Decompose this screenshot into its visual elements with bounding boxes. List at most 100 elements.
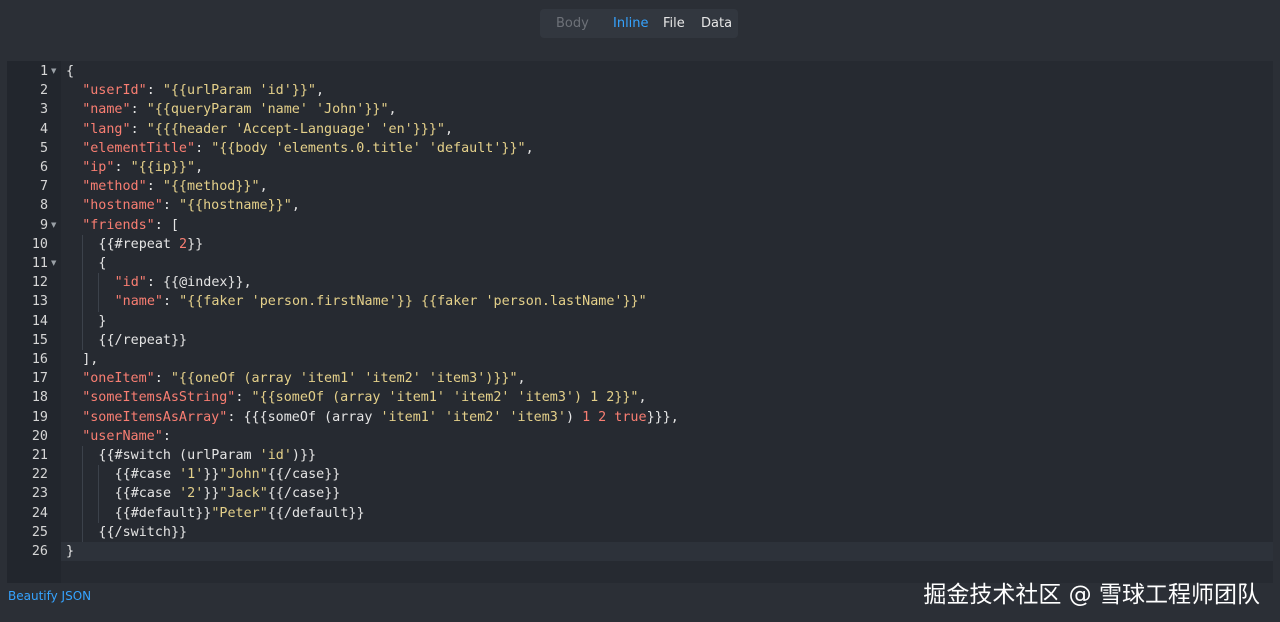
line-number: 6 xyxy=(39,160,48,175)
code-token: 'id' xyxy=(259,448,292,463)
editor-line[interactable]: 11 ▼ { xyxy=(7,254,1273,274)
code-token: : xyxy=(146,83,163,99)
code-text: "friends": [ xyxy=(82,216,179,235)
fold-arrow-icon[interactable]: ▼ xyxy=(51,62,56,81)
editor-line[interactable]: 22 {{#case '1'}}"John"{{/case}} xyxy=(7,465,1273,485)
line-number: 24 xyxy=(31,505,48,521)
code-text: "userName": xyxy=(82,427,171,446)
code-token: : xyxy=(146,275,163,291)
indent-guide xyxy=(82,330,84,350)
editor-line[interactable]: 1 ▼ { xyxy=(7,62,1273,81)
editor-line[interactable]: 17 "oneItem": "{{oneOf (array 'item1' 'it… xyxy=(7,369,1273,388)
editor-line[interactable]: 3 "name": "{{queryParam 'name' 'John'}}", xyxy=(7,100,1273,119)
editor-line[interactable]: 7 "method": "{{method}}", xyxy=(7,177,1273,196)
editor-line[interactable]: 9 ▼ "friends": [ xyxy=(7,216,1273,235)
code-text: "userId": "{{urlParam 'id'}}", xyxy=(82,81,324,100)
code-token: : xyxy=(130,102,147,118)
code-token: {{#default}} xyxy=(114,505,212,521)
code-text: "elementTitle": "{{body 'elements.0.titl… xyxy=(82,139,533,158)
editor-line[interactable]: 8 "hostname": "{{hostname}}", xyxy=(7,196,1273,215)
line-number: 20 xyxy=(31,428,48,444)
code-text: "id": {{@index}}, xyxy=(115,273,252,292)
editor-line[interactable]: 14} xyxy=(7,311,1273,331)
code-editor[interactable]: 1 ▼{2 "userId": "{{urlParam 'id'}}", 3 "name… xyxy=(7,61,1273,583)
tab-inline[interactable]: Inline xyxy=(613,9,649,38)
editor-line[interactable]: 6 "ip": "{{ip}}", xyxy=(7,158,1273,177)
code-token: , xyxy=(517,371,526,387)
app-window: Body Inline File Data 1 ▼{2 "userId": "{{u… xyxy=(0,0,1280,622)
editor-line[interactable]: 26} xyxy=(7,542,1273,562)
code-token: "{{method}}" xyxy=(162,179,260,195)
indent-guide xyxy=(82,311,84,331)
editor-line[interactable]: 21 {{#switch (urlParam 'id')}} xyxy=(7,446,1273,466)
editor-line[interactable]: 23 {{#case '2'}}"Jack"{{/case}} xyxy=(7,484,1273,504)
code-token: ) xyxy=(565,409,583,425)
line-number: 7 xyxy=(39,179,48,195)
editor-line[interactable]: 12 "id": {{@index}}, xyxy=(7,273,1273,293)
line-number: 13 xyxy=(31,294,48,310)
code-text: "method": "{{method}}", xyxy=(82,177,267,196)
line-number: 22 xyxy=(31,467,48,483)
line-number: 5 xyxy=(39,140,48,156)
code-token: { xyxy=(66,64,75,79)
editor-line[interactable]: 10 {{#repeat 2}} xyxy=(7,234,1273,254)
code-token: )}} xyxy=(291,448,317,463)
tab-data[interactable]: Data xyxy=(701,9,732,38)
code-token: "userId" xyxy=(82,83,147,99)
code-token: }}}, xyxy=(646,409,679,425)
code-token: } xyxy=(66,544,75,559)
code-token: "lang" xyxy=(82,121,131,137)
editor-line[interactable]: 20 "userName": xyxy=(7,427,1273,446)
code-text: "name": "{{queryParam 'name' 'John'}}", xyxy=(82,100,396,119)
editor-line[interactable]: 13 "name": "{{faker 'person.firstName'}} … xyxy=(7,292,1273,312)
code-token: {{#case xyxy=(114,467,180,483)
code-text: "someItemsAsArray": {{{someOf (array 'it… xyxy=(82,408,679,427)
editor-line[interactable]: 25 {{/switch}} xyxy=(7,522,1273,542)
editor-line[interactable]: 18 "someItemsAsString": "{{someOf (array … xyxy=(7,388,1273,407)
code-token: {{#case xyxy=(114,486,180,502)
code-token: , xyxy=(291,198,300,214)
editor-line[interactable]: 16], xyxy=(7,350,1273,369)
code-token: }} xyxy=(203,467,220,483)
editor-line[interactable]: 24 {{#default}}"Peter"{{/default}} xyxy=(7,503,1273,523)
indent-guide xyxy=(98,484,100,504)
body-type-tabs: Body Inline File Data xyxy=(540,9,738,38)
code-token: , xyxy=(525,140,534,156)
code-text: { xyxy=(66,62,74,81)
tab-file[interactable]: File xyxy=(663,9,685,38)
editor-line[interactable]: 19 "someItemsAsArray": {{{someOf (array '… xyxy=(7,408,1273,427)
code-text: "oneItem": "{{oneOf (array 'item1' 'item… xyxy=(82,369,525,388)
line-number: 1 xyxy=(39,64,48,79)
code-text: { xyxy=(98,254,106,273)
editor-line[interactable]: 15 {{/repeat}} xyxy=(7,330,1273,350)
code-token: {{/case}} xyxy=(267,467,341,483)
beautify-json-button[interactable]: Beautify JSON xyxy=(8,589,91,603)
line-number: 26 xyxy=(31,544,48,559)
code-text: "ip": "{{ip}}", xyxy=(82,158,203,177)
code-text: } xyxy=(98,312,106,331)
code-token: "{{urlParam 'id'}}" xyxy=(162,83,316,99)
code-token: "Jack" xyxy=(219,486,268,502)
code-text: {{#case '2'}}"Jack"{{/case}} xyxy=(115,484,341,503)
line-number: 3 xyxy=(39,102,48,118)
editor-line[interactable]: 2 "userId": "{{urlParam 'id'}}", xyxy=(7,81,1273,100)
code-token: "oneItem" xyxy=(82,371,155,387)
code-token: {{#repeat xyxy=(98,236,180,252)
tab-body[interactable]: Body xyxy=(556,9,589,38)
code-token: '2' xyxy=(179,486,204,502)
code-token: }} xyxy=(187,236,204,252)
line-number: 8 xyxy=(39,198,48,214)
code-token: "{{ip}}" xyxy=(130,160,196,175)
editor-line[interactable]: 4 "lang": "{{{header 'Accept-Language' 'e… xyxy=(7,120,1273,139)
code-token: "John" xyxy=(219,467,268,483)
fold-arrow-icon[interactable]: ▼ xyxy=(51,216,56,235)
code-token: 'item1' 'item2' 'item3' xyxy=(380,409,566,425)
code-text: ], xyxy=(82,350,98,369)
active-line-highlight xyxy=(61,542,1273,562)
editor-line[interactable]: 5 "elementTitle": "{{body 'elements.0.tit… xyxy=(7,139,1273,158)
indent-guide xyxy=(82,292,84,312)
fold-arrow-icon[interactable]: ▼ xyxy=(51,254,56,273)
code-token: : xyxy=(162,428,171,444)
code-token: "hostname" xyxy=(82,198,163,214)
code-token: "someItemsAsArray" xyxy=(82,409,228,425)
